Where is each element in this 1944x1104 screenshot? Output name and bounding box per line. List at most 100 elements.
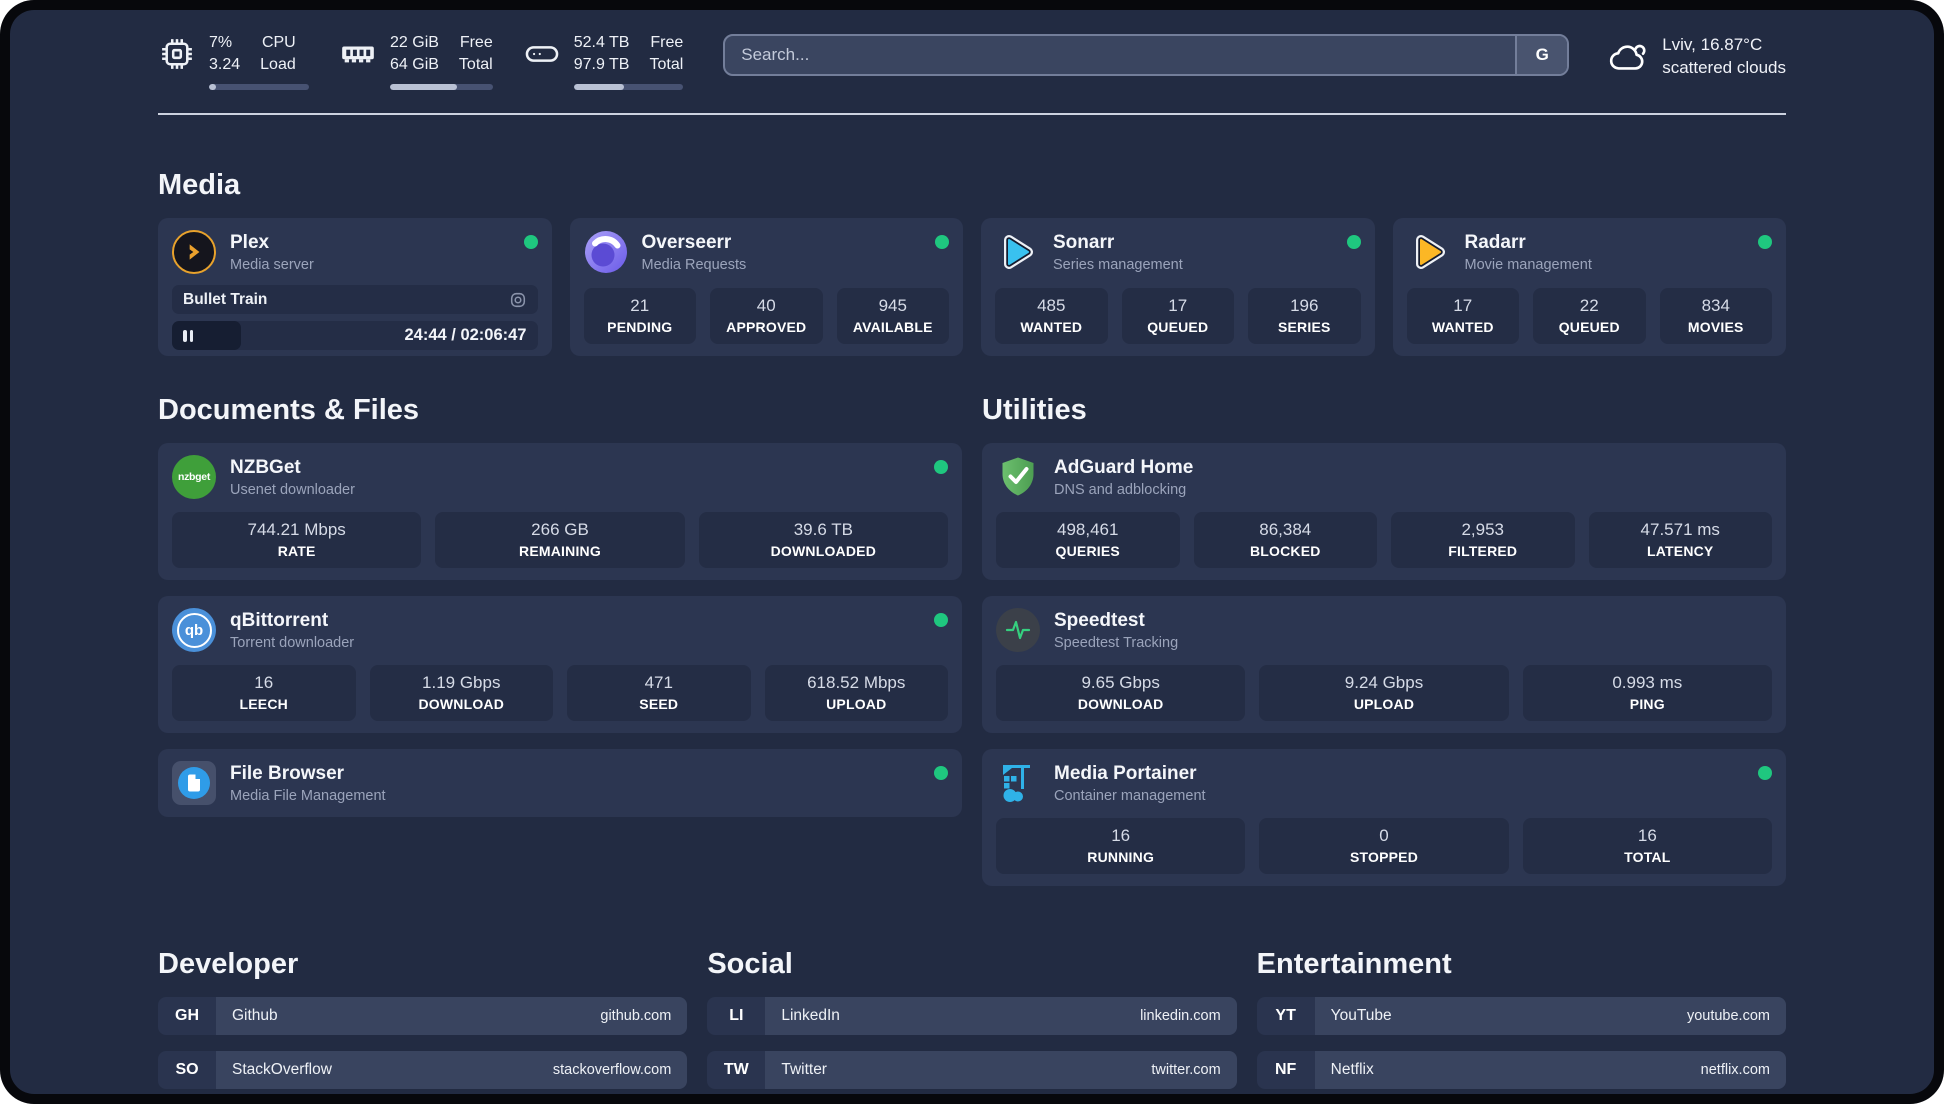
stat-download: 1.19 Gbps DOWNLOAD: [369, 665, 553, 721]
stat-running: 16 RUNNING: [996, 818, 1246, 874]
card-filebrowser[interactable]: File Browser Media File Management: [158, 749, 962, 817]
status-dot: [934, 460, 948, 474]
app-desc: Series management: [1053, 256, 1183, 273]
app-name: qBittorrent: [230, 609, 329, 631]
pause-button[interactable]: [172, 321, 242, 350]
ram-stat: 22 GiB 64 GiB Free Total: [339, 32, 493, 90]
cpu-load-value: 3.24: [209, 56, 241, 74]
link-twitter[interactable]: TW Twitter twitter.com: [707, 1051, 1237, 1089]
disk-stat: 52.4 TB 97.9 TB Free Total: [523, 32, 684, 90]
disk-free-value: 52.4 TB: [573, 34, 630, 51]
disk-total-value: 97.9 TB: [573, 56, 630, 74]
link-name: StackOverflow: [232, 1061, 332, 1078]
weather-condition: scattered clouds: [1662, 57, 1786, 77]
stat-available: 945 AVAILABLE: [836, 288, 949, 344]
app-name: Media Portainer: [1054, 762, 1197, 784]
link-tag: NF: [1256, 1051, 1315, 1089]
utilities-column: Utilities AdGuard Home DNS and adblockin…: [982, 394, 1786, 886]
search-engine-button[interactable]: G: [1515, 36, 1568, 74]
cpu-chip-icon: [162, 39, 192, 70]
link-tag: LI: [707, 997, 766, 1035]
cpu-load-label: Load: [260, 56, 296, 74]
link-name: Netflix: [1330, 1061, 1374, 1078]
stat-latency: 47.571 ms LATENCY: [1588, 512, 1772, 568]
filebrowser-icon: [172, 761, 216, 805]
link-url: netflix.com: [1700, 1062, 1770, 1078]
link-url: twitter.com: [1151, 1062, 1221, 1078]
search-input[interactable]: [725, 36, 1516, 74]
link-github[interactable]: GH Github github.com: [158, 997, 688, 1035]
card-plex[interactable]: Plex Media server Bullet Train 24:44 / 0…: [158, 218, 552, 356]
card-adguard[interactable]: AdGuard Home DNS and adblocking 498,461 …: [982, 443, 1786, 580]
weather-location: Lviv, 16.87°C: [1662, 35, 1763, 54]
link-youtube[interactable]: YT YouTube youtube.com: [1256, 997, 1786, 1035]
ram-icon: [342, 46, 374, 63]
stat-filtered: 2,953 FILTERED: [1391, 512, 1575, 568]
stat-leech: 16 LEECH: [172, 665, 356, 721]
link-linkedin[interactable]: LI LinkedIn linkedin.com: [707, 997, 1237, 1035]
card-qbittorrent[interactable]: qb qBittorrent Torrent downloader 16 LEE…: [158, 596, 962, 733]
status-dot: [934, 613, 948, 627]
status-dot: [1758, 766, 1772, 780]
link-tag: TW: [707, 1051, 766, 1089]
entertainment-column: Entertainment YT YouTube youtube.com NF …: [1256, 948, 1786, 1094]
cpu-stat: 7% 3.24 CPU Load: [158, 32, 309, 90]
card-speedtest[interactable]: Speedtest Speedtest Tracking 9.65 Gbps D…: [982, 596, 1786, 733]
link-name: YouTube: [1330, 1007, 1392, 1024]
app-name: NZBGet: [230, 456, 301, 478]
link-url: linkedin.com: [1140, 1008, 1221, 1024]
cpu-usage-value: 7%: [209, 34, 233, 51]
stat-ping: 0.993 ms PING: [1522, 665, 1772, 721]
stat-total: 16 TOTAL: [1522, 818, 1772, 874]
app-desc: Media Requests: [641, 256, 747, 273]
app-desc: Usenet downloader: [230, 481, 355, 498]
disk-free-label: Free: [650, 34, 684, 51]
app-desc: Torrent downloader: [230, 634, 355, 651]
stat-wanted: 485 WANTED: [995, 288, 1108, 344]
stat-series: 196 SERIES: [1248, 288, 1361, 344]
nzbget-icon: nzbget: [172, 455, 216, 499]
link-name: Github: [232, 1007, 278, 1024]
card-radarr[interactable]: Radarr Movie management 17 WANTED 22 QUE…: [1392, 218, 1786, 356]
stat-blocked: 86,384 BLOCKED: [1193, 512, 1377, 568]
playback-progress-bar: 24:44 / 02:06:47: [172, 321, 538, 350]
stat-movies: 834 MOVIES: [1659, 288, 1772, 344]
app-name: File Browser: [230, 762, 345, 784]
section-title-documents: Documents & Files: [158, 394, 420, 426]
card-overseerr[interactable]: Overseerr Media Requests 21 PENDING 40 A…: [569, 218, 963, 356]
stat-download: 9.65 Gbps DOWNLOAD: [996, 665, 1246, 721]
dashboard-page: 7% 3.24 CPU Load 22 GiB 64 GiB Free Tota…: [10, 10, 1934, 1094]
card-nzbget[interactable]: nzbget NZBGet Usenet downloader 744.21 M…: [158, 443, 962, 580]
ram-total-label: Total: [458, 56, 493, 74]
stat-downloaded: 39.6 TB DOWNLOADED: [698, 512, 948, 568]
link-name: LinkedIn: [781, 1007, 840, 1024]
link-tag: GH: [158, 997, 216, 1035]
stat-queries: 498,461 QUERIES: [996, 512, 1180, 568]
overseerr-icon: [584, 230, 628, 274]
link-url: github.com: [600, 1008, 672, 1024]
qbittorrent-icon: qb: [172, 608, 216, 652]
section-title-developer: Developer: [158, 948, 299, 980]
sonarr-icon: [995, 230, 1039, 274]
link-stackoverflow[interactable]: SO StackOverflow stackoverflow.com: [158, 1051, 688, 1089]
link-url: youtube.com: [1686, 1008, 1770, 1024]
section-title-social: Social: [707, 948, 793, 980]
stat-approved: 40 APPROVED: [710, 288, 823, 344]
playback-time: 24:44 / 02:06:47: [404, 326, 527, 344]
card-sonarr[interactable]: Sonarr Series management 485 WANTED 17 Q…: [981, 218, 1375, 356]
developer-column: Developer GH Github github.com SO StackO…: [158, 948, 688, 1094]
app-desc: Container management: [1054, 787, 1206, 804]
portainer-icon: [996, 761, 1040, 805]
card-portainer[interactable]: Media Portainer Container management 16 …: [982, 749, 1786, 886]
stat-queued: 22 QUEUED: [1533, 288, 1646, 344]
section-title-utilities: Utilities: [982, 394, 1087, 426]
app-name: Speedtest: [1054, 609, 1145, 631]
link-netflix[interactable]: NF Netflix netflix.com: [1256, 1051, 1786, 1089]
status-dot: [1346, 235, 1361, 249]
plex-now-playing: Bullet Train 24:44 / 02:06:47: [172, 285, 538, 350]
speedtest-icon: [996, 608, 1040, 652]
header-divider: [158, 113, 1786, 115]
social-column: Social LI LinkedIn linkedin.com TW Twitt…: [707, 948, 1237, 1094]
cpu-label: CPU: [261, 34, 296, 51]
app-desc: Media server: [230, 256, 314, 273]
